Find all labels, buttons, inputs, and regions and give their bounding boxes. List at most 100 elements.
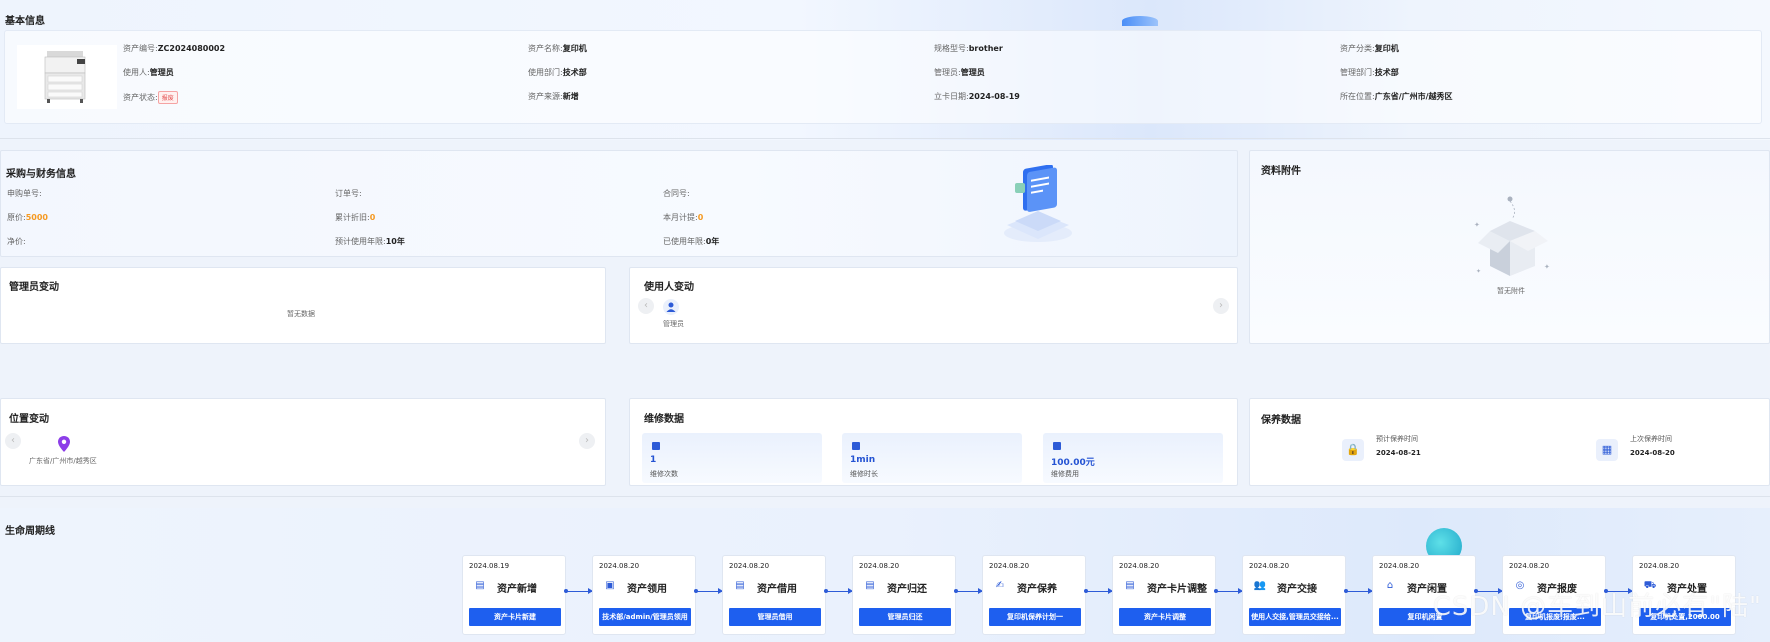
document-illustration-icon [1004,165,1072,242]
lifecycle-step-icon: 👥 [1253,580,1267,591]
basic-info-field: 管理员:管理员 [934,67,985,78]
lifecycle-step-icon: ▤ [735,580,745,591]
lifecycle-step-date: 2024.08.20 [1639,562,1680,570]
lifecycle-step-date: 2024.08.19 [469,562,510,570]
lifecycle-connector-arrow-icon [824,588,853,594]
field-label: 净价: [7,237,26,246]
lifecycle-step: 2024.08.20 ▤ 资产借用 管理员借用 [722,555,826,635]
basic-info-field: 资产分类:复印机 [1340,43,1399,54]
lifecycle-step-date: 2024.08.20 [1509,562,1550,570]
repair-stat-value: 1 [650,455,657,465]
empty-box-icon: ✦ ✦ ✦ [1474,196,1550,276]
basic-info-field: 使用部门:技术部 [528,67,587,78]
field-label: 原价: [7,213,26,222]
lifecycle-step-date: 2024.08.20 [989,562,1030,570]
purchase-field: 本月计提:0 [663,212,703,223]
lifecycle-title: 生命周期线 [5,526,55,537]
purchase-field: 合同号: [663,188,690,199]
lifecycle-step-icon: ▣ [605,580,615,591]
maintenance-item: ▦ 上次保养时间 2024-08-20 [1596,433,1706,463]
admin-change-card: 管理员变动 暂无数据 [0,267,606,344]
field-label: 资产编号: [123,44,158,53]
lifecycle-step-icon: ✍ [995,580,1005,591]
user-avatar-icon [663,299,679,315]
field-label: 使用部门: [528,68,563,77]
field-value: 管理员 [149,68,174,77]
maintenance-item-value: 2024-08-20 [1630,449,1675,457]
purchase-title: 采购与财务信息 [6,169,76,180]
field-label: 管理部门: [1340,68,1375,77]
field-label: 立卡日期: [934,92,969,101]
basic-info-field: 资产来源:新增 [528,91,579,102]
location-change-prev-button[interactable]: ‹ [5,433,21,449]
user-change-prev-button[interactable]: ‹ [638,298,654,314]
maintenance-item: 🔒 预计保养时间 2024-08-21 [1342,433,1452,463]
lock-icon: 🔒 [1342,439,1364,461]
lifecycle-connector-arrow-icon [1214,588,1243,594]
location-change-title: 位置变动 [9,414,49,425]
field-label: 本月计提: [663,213,698,222]
maintenance-item-value: 2024-08-21 [1376,449,1421,457]
attachments-title: 资料附件 [1261,166,1301,177]
status-badge: 报废 [157,91,178,104]
lifecycle-step-button[interactable]: 使用人交接,管理员交接给... [1249,608,1341,626]
field-label: 资产名称: [528,44,563,53]
lifecycle-step-icon: ▤ [475,580,485,591]
lifecycle-step-date: 2024.08.20 [1119,562,1160,570]
field-value: 技术部 [562,68,587,77]
purchase-finance-card: 采购与财务信息 申购单号: 订单号: 合同号: 原价:5000 累计折旧:0 本月计提:0… [0,150,1238,257]
admin-change-empty-text: 暂无数据 [287,310,315,318]
lifecycle-step-name: 资产归还 [887,584,927,595]
printer-icon [44,51,86,103]
basic-info-title: 基本信息 [5,16,45,27]
repair-stat: 1min 维修时长 [842,433,1022,483]
user-change-title: 使用人变动 [644,282,694,293]
basic-info-field: 管理部门:技术部 [1340,67,1399,78]
field-value: 广东省/广州市/越秀区 [1374,92,1453,101]
user-change-card: 使用人变动 ‹ 管理员 › [629,267,1238,344]
lifecycle-connector-arrow-icon [694,588,723,594]
lifecycle-step-button[interactable]: 管理员归还 [859,608,951,626]
lifecycle-step-icon: ▤ [1125,580,1135,591]
lifecycle-step: 2024.08.20 ▤ 资产卡片调整 资产卡片调整 [1112,555,1216,635]
field-value: 复印机 [562,44,587,53]
repair-stat-icon [1053,442,1061,450]
lifecycle-step: 2024.08.20 ▤ 资产归还 管理员归还 [852,555,956,635]
lifecycle-step-button[interactable]: 资产卡片新建 [469,608,561,626]
basic-info-field: 使用人:管理员 [123,67,174,78]
lifecycle-step-button[interactable]: 技术部/admin/管理员领用 [599,608,691,626]
lifecycle-step-date: 2024.08.20 [599,562,640,570]
field-label: 规格型号: [934,44,969,53]
lifecycle-step-button[interactable]: 复印机保养计划一 [989,608,1081,626]
admin-change-title: 管理员变动 [9,282,59,293]
lifecycle-step-button[interactable]: 管理员借用 [729,608,821,626]
repair-stat-icon [852,442,860,450]
purchase-field: 订单号: [335,188,362,199]
repair-stat: 1 维修次数 [642,433,822,483]
lifecycle-step: 2024.08.20 ▣ 资产领用 技术部/admin/管理员领用 [592,555,696,635]
field-value: brother [968,44,1003,53]
purchase-field: 净价: [7,236,26,247]
repair-data-card: 维修数据 1 维修次数 1min 维修时长 100.00元 维修费用 [629,398,1238,486]
lifecycle-step-button[interactable]: 资产卡片调整 [1119,608,1211,626]
location-change-next-button[interactable]: › [579,433,595,449]
maintenance-item-label: 上次保养时间 [1630,435,1672,443]
purchase-field: 累计折旧:0 [335,212,375,223]
location-pin-icon [58,436,70,452]
field-label: 管理员: [934,68,961,77]
basic-info-field: 规格型号:brother [934,43,1003,54]
basic-info-section: 基本信息 资产编号:ZC2024080002 资产名称:复印机 规格型号:broth… [0,0,1770,140]
basic-info-card: 资产编号:ZC2024080002 资产名称:复印机 规格型号:brother 资产分… [4,30,1762,124]
lifecycle-step-name: 资产新增 [497,584,537,595]
field-value: 管理员 [960,68,985,77]
user-change-next-button[interactable]: › [1213,298,1229,314]
repair-stat-label: 维修费用 [1051,470,1079,478]
repair-stat-icon [652,442,660,450]
purchase-field: 原价:5000 [7,212,48,223]
watermark: CSDN @车到山前必有"陆" [1432,592,1762,622]
field-label: 申购单号: [7,189,42,198]
field-label: 订单号: [335,189,362,198]
lifecycle-step: 2024.08.19 ▤ 资产新增 资产卡片新建 [462,555,566,635]
field-value: 2024-08-19 [968,92,1020,101]
purchase-field: 已使用年限:0年 [663,236,719,247]
